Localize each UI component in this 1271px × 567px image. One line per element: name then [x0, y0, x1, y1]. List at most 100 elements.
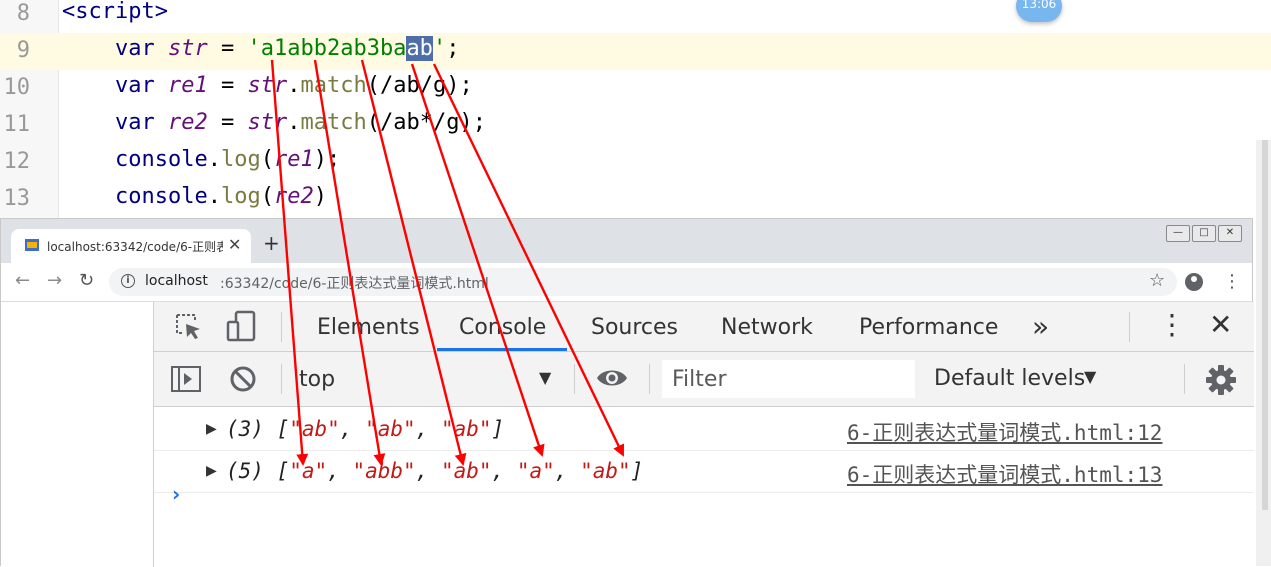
bookmark-star-icon[interactable]: ☆: [1149, 270, 1165, 291]
paren: (: [260, 184, 274, 209]
source-link[interactable]: 6-正则表达式量词模式.html:12: [847, 417, 1162, 447]
line-number: 11: [3, 112, 31, 137]
devtools-menu-icon[interactable]: ⋮: [1158, 308, 1186, 341]
favicon-icon: [25, 239, 39, 251]
method-name: log: [220, 147, 261, 172]
array-item: "a": [516, 459, 555, 483]
line-number: 9: [16, 38, 30, 63]
tab-elements[interactable]: Elements: [317, 315, 420, 340]
browser-menu-icon[interactable]: ⋮: [1223, 271, 1241, 292]
code-line-12[interactable]: 12 console.log(re1);: [0, 144, 1271, 181]
method-name: match: [300, 110, 367, 135]
maximize-button[interactable]: □: [1192, 225, 1216, 242]
browser-tab[interactable]: localhost:63342/code/6-正则表 ✕: [11, 229, 251, 263]
expand-triangle-icon[interactable]: ▶: [206, 421, 217, 437]
browser-window: localhost:63342/code/6-正则表 ✕ + — □ ✕ ← → ↻…: [0, 218, 1254, 567]
back-icon[interactable]: ←: [15, 270, 30, 291]
method-name: log: [220, 184, 261, 209]
live-expression-eye-icon[interactable]: [595, 366, 629, 390]
console-message[interactable]: ▶ (5) ["a", "abb", "ab", "a", "ab"] 6-正则…: [154, 450, 1254, 493]
code-line-13[interactable]: 13 console.log(re2): [0, 181, 1271, 218]
code-text: console.log(re1);: [62, 147, 340, 172]
line-number: 13: [3, 186, 31, 211]
new-tab-button[interactable]: +: [263, 231, 280, 255]
code-line-10[interactable]: 10 var re1 = str.match(/ab/g);: [0, 70, 1271, 107]
code-line-9[interactable]: 9 var str = 'a1abb2ab3baab';: [0, 33, 1271, 70]
close-window-button[interactable]: ✕: [1218, 225, 1242, 242]
console-object: console: [114, 184, 208, 209]
more-tabs-icon[interactable]: »: [1032, 310, 1049, 343]
array-length: (5) [: [226, 459, 290, 483]
variable: str: [167, 36, 208, 61]
keyword: var: [114, 36, 155, 61]
operator: =: [207, 36, 248, 61]
console-object: console: [114, 147, 208, 172]
divider: [649, 364, 650, 394]
paren: ): [313, 184, 327, 209]
forward-icon[interactable]: →: [47, 270, 62, 291]
expand-triangle-icon[interactable]: ▶: [206, 463, 217, 479]
string-literal: a1abb2ab3ba: [260, 36, 407, 61]
array-close: ]: [630, 459, 644, 483]
array-item: "ab": [440, 459, 492, 483]
chevron-down-icon[interactable]: ▼: [1084, 367, 1096, 386]
filter-box[interactable]: [662, 360, 915, 398]
info-icon[interactable]: i: [121, 274, 135, 288]
keyword: var: [114, 73, 155, 98]
log-value: (3) ["ab", "ab", "ab"]: [226, 417, 505, 441]
tab-sources[interactable]: Sources: [591, 315, 678, 340]
method-name: match: [300, 73, 367, 98]
code-line-11[interactable]: 11 var re2 = str.match(/ab*/g);: [0, 107, 1271, 144]
array-item: "ab": [580, 459, 631, 483]
tab-console[interactable]: Console: [459, 315, 546, 340]
console-message[interactable]: ▶ (3) ["ab", "ab", "ab"] 6-正则表达式量词模式.htm…: [154, 408, 1254, 451]
divider: [574, 364, 575, 394]
line-number: 8: [16, 1, 30, 26]
regex-argument: (/ab/g): [366, 73, 460, 98]
semicolon: ;: [459, 73, 473, 98]
context-selector[interactable]: top: [299, 367, 335, 392]
code-text: var re1 = str.match(/ab/g);: [62, 73, 473, 98]
url-path: :63342/code/6-正则表达式量词模式.html: [220, 276, 489, 292]
code-text: <script>: [62, 0, 168, 24]
gear-icon[interactable]: [1205, 364, 1237, 396]
line-number: 12: [3, 149, 31, 174]
devtools-panel: Elements Console Sources Network Perform…: [153, 302, 1254, 567]
log-levels-dropdown[interactable]: Default levels: [934, 366, 1085, 391]
close-devtools-icon[interactable]: ✕: [1209, 308, 1232, 341]
variable: re2: [167, 110, 208, 135]
clear-console-icon[interactable]: [229, 365, 257, 393]
show-sidebar-icon[interactable]: [171, 366, 201, 392]
variable: re2: [273, 184, 314, 209]
device-toolbar-icon[interactable]: [226, 310, 258, 344]
browser-titlebar: localhost:63342/code/6-正则表 ✕ + — □ ✕: [1, 219, 1252, 263]
array-item: "ab": [440, 417, 492, 441]
code-line-8[interactable]: 8 <script>: [0, 0, 1271, 33]
close-tab-icon[interactable]: ✕: [228, 235, 241, 254]
divider: [1184, 364, 1185, 394]
dot: .: [207, 184, 221, 209]
dot: .: [207, 147, 221, 172]
editor-scrollbar-thumb[interactable]: [1262, 140, 1268, 510]
profile-icon[interactable]: [1185, 273, 1203, 291]
code-editor[interactable]: 8 <script> 9 var str = 'a1abb2ab3baab'; …: [0, 0, 1271, 220]
address-bar[interactable]: i localhost :63342/code/6-正则表达式量词模式.html…: [109, 268, 1177, 296]
reload-icon[interactable]: ↻: [79, 270, 94, 291]
tab-performance[interactable]: Performance: [859, 315, 998, 340]
console-prompt-icon[interactable]: ›: [172, 482, 180, 506]
source-link[interactable]: 6-正则表达式量词模式.html:13: [847, 459, 1162, 489]
tab-network[interactable]: Network: [721, 315, 813, 340]
array-item: "ab": [365, 417, 416, 441]
filter-input[interactable]: [672, 367, 902, 392]
selected-text: ab: [406, 36, 433, 61]
time-badge: 13:06: [1016, 0, 1062, 22]
code-text: var re2 = str.match(/ab*/g);: [62, 110, 486, 135]
window-controls: — □ ✕: [1164, 220, 1242, 242]
browser-toolbar: ← → ↻ i localhost :63342/code/6-正则表达式量词模…: [1, 263, 1252, 302]
log-value: (5) ["a", "abb", "ab", "a", "ab"]: [226, 459, 644, 483]
minimize-button[interactable]: —: [1166, 225, 1190, 242]
chevron-down-icon[interactable]: ▼: [539, 368, 551, 387]
array-item: "a": [289, 459, 328, 483]
inspect-element-icon[interactable]: [174, 312, 204, 342]
variable: str: [247, 73, 288, 98]
